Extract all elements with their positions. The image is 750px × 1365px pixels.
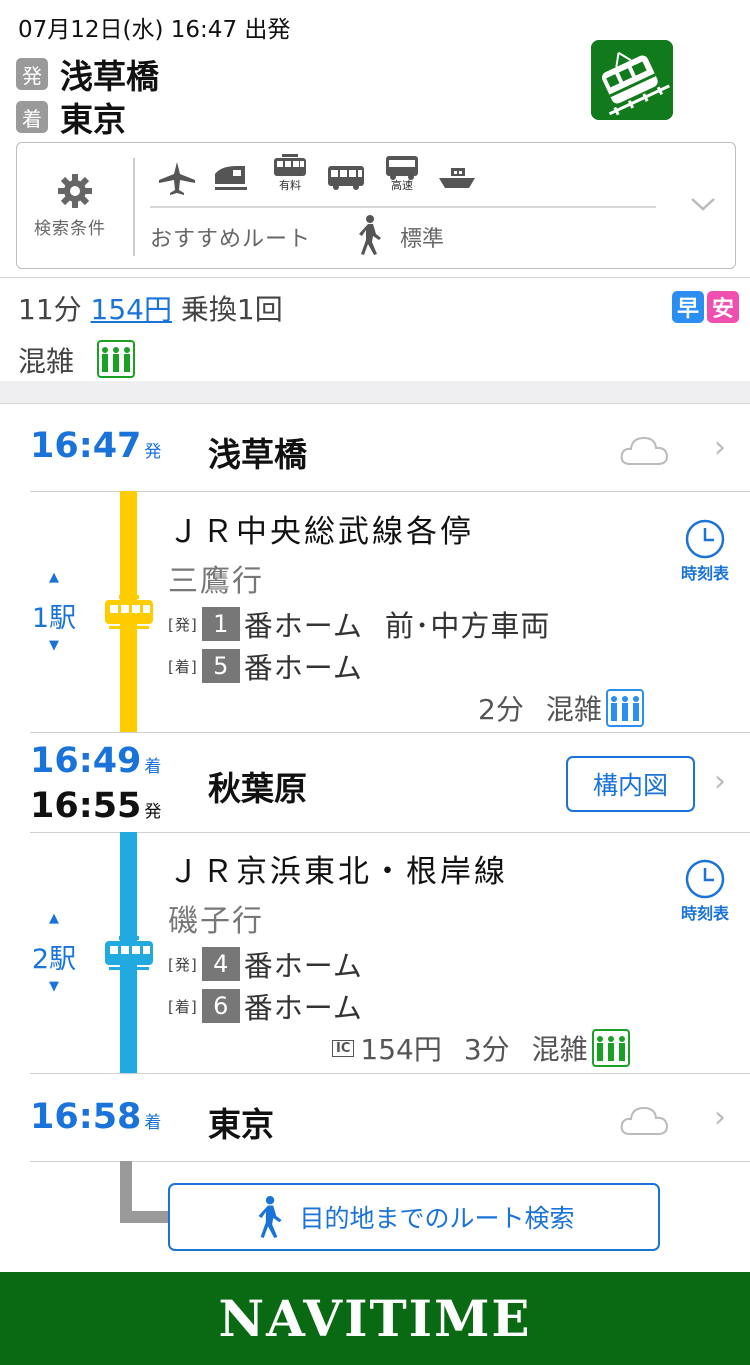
- mode-highway-bus-caption: 高速: [391, 179, 413, 192]
- chevron-right-icon[interactable]: ›: [714, 764, 726, 799]
- leg2-info: IC 154円 3分 混雑: [332, 1028, 630, 1068]
- clock-icon: [685, 519, 725, 559]
- brand-logo-text: NAVITIME: [218, 1289, 532, 1348]
- from-badge: 発: [16, 58, 48, 90]
- row-divider: [30, 732, 750, 733]
- row-divider: [30, 1073, 750, 1074]
- chevron-right-icon[interactable]: ›: [714, 1100, 726, 1135]
- airplane-icon: [159, 162, 195, 195]
- transfer-count: 乗換1回: [180, 293, 283, 326]
- leg1-departure-platform: [発] 1 番ホーム 前･中方車両: [168, 607, 551, 643]
- leg1-timetable-button[interactable]: 時刻表: [676, 518, 734, 584]
- transfer-station[interactable]: 秋葉原: [208, 762, 307, 810]
- arrival-time: 16:58 着: [30, 1097, 162, 1137]
- gear-icon: [56, 172, 94, 214]
- mode-shinkansen[interactable]: [211, 160, 251, 194]
- fastest-badge: 早: [672, 291, 704, 323]
- row-divider: [30, 832, 750, 833]
- chevron-down-icon[interactable]: [690, 196, 716, 216]
- walking-person-icon: [259, 1196, 283, 1238]
- leg1-arrival-platform: [着] 5 番ホーム: [168, 649, 363, 685]
- route-summary: 11分 154円 乗換1回: [18, 288, 283, 328]
- mode-limited-express-caption: 有料: [279, 179, 301, 192]
- destination-route-search-button[interactable]: 目的地までのルート検索: [168, 1183, 660, 1251]
- walk-speed: 標準: [400, 227, 445, 252]
- cloud-icon: [618, 432, 670, 472]
- train-app-icon[interactable]: [591, 40, 673, 120]
- leg1-info: 2分 混雑: [478, 688, 644, 728]
- walking-person-icon: [354, 214, 384, 260]
- expand-down-icon[interactable]: ▼: [30, 979, 78, 994]
- ic-card-icon: IC: [332, 1039, 355, 1057]
- mode-ferry[interactable]: [437, 162, 477, 192]
- to-station-row: 着 東京: [16, 99, 126, 139]
- leg2-timetable-button[interactable]: 時刻表: [676, 858, 734, 924]
- walk-connector-horizontal: [120, 1211, 170, 1223]
- departure-datetime: 07月12日(水) 16:47 出発: [18, 17, 291, 43]
- congestion-people-icon: [591, 1029, 630, 1067]
- train-icon: [103, 594, 155, 636]
- leg2-line-name: ＪＲ京浜東北・根岸線: [168, 854, 508, 890]
- cloud-icon: [618, 1102, 670, 1142]
- total-duration: 11分: [18, 293, 82, 326]
- ferry-icon: [439, 168, 475, 188]
- conditions-label: 検索条件: [34, 219, 106, 239]
- navitime-banner[interactable]: NAVITIME: [0, 1272, 750, 1365]
- from-station-row: 発 浅草橋: [16, 56, 159, 96]
- expand-down-icon[interactable]: ▼: [30, 638, 78, 653]
- to-station: 東京: [60, 100, 126, 139]
- summary-congestion-label: 混雑: [18, 345, 75, 378]
- start-time: 16:47 発: [30, 426, 162, 466]
- from-station: 浅草橋: [60, 57, 159, 96]
- mode-bus[interactable]: [326, 162, 366, 192]
- leg1-destination: 三鷹行: [168, 564, 264, 599]
- mode-airplane[interactable]: [157, 160, 197, 196]
- mode-highway-bus[interactable]: 高速: [382, 154, 422, 192]
- conditions-row-divider: [150, 206, 656, 208]
- end-station[interactable]: 東京: [208, 1098, 274, 1146]
- transfer-arrival-time: 16:49 着: [30, 741, 162, 781]
- congestion-people-icon: [605, 689, 644, 727]
- to-badge: 着: [16, 101, 48, 133]
- congestion-people-icon: [97, 340, 135, 382]
- leg2-arrival-platform: [着] 6 番ホーム: [168, 989, 363, 1025]
- shinkansen-icon: [215, 166, 247, 190]
- section-spacer: [0, 381, 750, 404]
- leg1-stop-count[interactable]: 1駅: [30, 596, 78, 635]
- leg2-departure-platform: [発] 4 番ホーム: [168, 947, 363, 983]
- clock-icon: [685, 859, 725, 899]
- leg2-stop-count[interactable]: 2駅: [30, 937, 78, 976]
- bus-icon: [328, 166, 364, 190]
- cheapest-badge: 安: [707, 291, 739, 323]
- mode-limited-express[interactable]: 有料: [270, 154, 310, 192]
- expand-up-icon[interactable]: ▲: [30, 911, 78, 926]
- train-icon: [103, 935, 155, 977]
- station-map-button[interactable]: 構内図: [566, 756, 695, 812]
- conditions-divider: [133, 158, 135, 256]
- chevron-right-icon[interactable]: ›: [714, 430, 726, 465]
- leg1-line-name: ＪＲ中央総武線各停: [168, 514, 474, 550]
- route-type-label: おすすめルート: [150, 227, 312, 252]
- summary-top-divider: [0, 277, 750, 278]
- row-divider: [30, 491, 750, 492]
- transfer-departure-time: 16:55 発: [30, 786, 162, 826]
- leg2-destination: 磯子行: [168, 904, 264, 939]
- limited-express-icon: [274, 154, 306, 176]
- highway-bus-icon: [386, 156, 418, 180]
- row-divider: [30, 1161, 750, 1162]
- expand-up-icon[interactable]: ▲: [30, 570, 78, 585]
- total-fare-link[interactable]: 154円: [91, 293, 172, 326]
- start-station[interactable]: 浅草橋: [208, 428, 307, 476]
